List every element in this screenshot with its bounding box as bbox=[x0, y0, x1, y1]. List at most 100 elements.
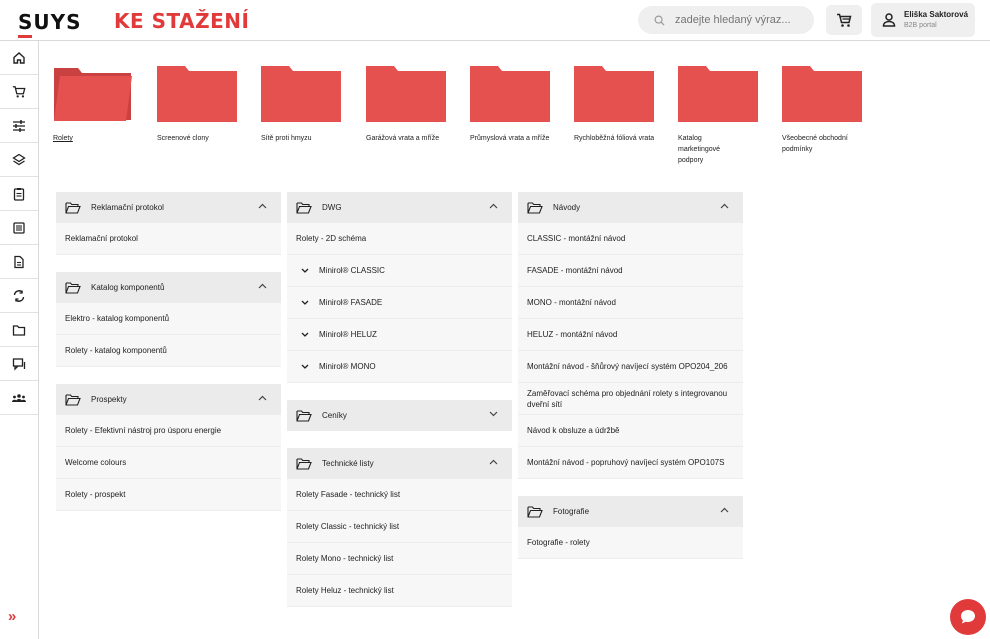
sidebar-item-cart[interactable] bbox=[0, 75, 38, 109]
download-item[interactable]: Rolety - Efektivní nástroj pro úsporu en… bbox=[56, 415, 281, 447]
download-item[interactable]: HELUZ - montážní návod bbox=[518, 319, 743, 351]
download-item[interactable]: Rolety Fasade - technický list bbox=[287, 479, 512, 511]
sidebar-item-products[interactable] bbox=[0, 143, 38, 177]
download-item[interactable]: Rolety - 2D schéma bbox=[287, 223, 512, 255]
download-item[interactable]: Reklamační protokol bbox=[56, 223, 281, 255]
download-item[interactable]: Zaměřovací schéma pro objednání rolety s… bbox=[518, 383, 743, 415]
folder-icon bbox=[261, 66, 341, 122]
folder-rychlobezna-vrata[interactable]: Rychloběžná fóliová vrata bbox=[574, 66, 654, 144]
section-title: Technické listy bbox=[322, 459, 374, 468]
folder-icon bbox=[157, 66, 237, 122]
section-header-prospekty[interactable]: Prospekty bbox=[56, 384, 281, 415]
folder-vseobecne-obchodni-podminky[interactable]: Všeobecné obchodní podmínky bbox=[782, 66, 862, 155]
download-item[interactable]: Návod k obsluze a údržbě bbox=[518, 415, 743, 447]
folder-katalog-marketingove-podpory[interactable]: Katalog marketingové podpory bbox=[678, 66, 758, 166]
sidebar-item-downloads[interactable] bbox=[0, 313, 38, 347]
section-header-dwg[interactable]: DWG bbox=[287, 192, 512, 223]
download-item[interactable]: MONO - montážní návod bbox=[518, 287, 743, 319]
chevron-up-icon[interactable] bbox=[258, 395, 267, 401]
user-role: B2B portal bbox=[904, 22, 937, 29]
subgroup-label: Minirol® HELUZ bbox=[319, 330, 377, 339]
folder-label: Rolety bbox=[53, 135, 73, 142]
subgroup-minirol-heluz[interactable]: Minirol® HELUZ bbox=[287, 319, 512, 351]
sidebar-item-documents[interactable] bbox=[0, 245, 38, 279]
cart-button[interactable] bbox=[826, 5, 862, 35]
folder-site-proti-hmyzu[interactable]: Sítě proti hmyzu bbox=[261, 66, 341, 144]
subgroup-minirol-classic[interactable]: Minirol® CLASSIC bbox=[287, 255, 512, 287]
download-item[interactable]: Rolety Classic - technický list bbox=[287, 511, 512, 543]
folder-prumyslova-vrata[interactable]: Průmyslová vrata a mříže bbox=[470, 66, 550, 144]
logo[interactable]: SUYS bbox=[18, 10, 82, 38]
section-title: Reklamační protokol bbox=[91, 203, 164, 212]
folder-icon bbox=[366, 66, 446, 122]
chevron-up-icon[interactable] bbox=[720, 203, 729, 209]
user-menu-button[interactable]: Eliška Saktorová B2B portal bbox=[871, 3, 975, 37]
subgroup-minirol-mono[interactable]: Minirol® MONO bbox=[287, 351, 512, 383]
section-header-technicke-listy[interactable]: Technické listy bbox=[287, 448, 512, 479]
folder-screenove-clony[interactable]: Screenové clony bbox=[157, 66, 237, 144]
top-header: SUYS KE STAŽENÍ Eliška Saktorová B2B por… bbox=[0, 0, 990, 41]
folder-label: Sítě proti hmyzu bbox=[261, 135, 312, 142]
folder-label: Rychloběžná fóliová vrata bbox=[574, 135, 655, 142]
user-icon bbox=[882, 13, 896, 27]
folder-rolety[interactable]: Rolety bbox=[53, 66, 133, 144]
folder-open-icon bbox=[65, 281, 81, 294]
search-input[interactable] bbox=[675, 14, 805, 26]
download-item[interactable]: Rolety - katalog komponentů bbox=[56, 335, 281, 367]
sidebar-item-users[interactable] bbox=[0, 381, 38, 415]
folder-icon bbox=[12, 324, 26, 336]
sidebar-item-messages[interactable] bbox=[0, 347, 38, 381]
chevron-down-icon bbox=[301, 364, 309, 369]
page-title: KE STAŽENÍ bbox=[114, 9, 250, 33]
download-item[interactable]: Elektro - katalog komponentů bbox=[56, 303, 281, 335]
sidebar-item-list[interactable] bbox=[0, 211, 38, 245]
home-icon bbox=[13, 51, 25, 64]
download-item[interactable]: Welcome colours bbox=[56, 447, 281, 479]
sidebar-expand-button[interactable]: » bbox=[8, 608, 16, 625]
section-header-navody[interactable]: Návody bbox=[518, 192, 743, 223]
downloads-column-1: Reklamační protokol Reklamační protokol … bbox=[56, 192, 281, 511]
clipboard-icon bbox=[13, 187, 25, 201]
chevron-up-icon[interactable] bbox=[489, 459, 498, 465]
section-header-fotografie[interactable]: Fotografie bbox=[518, 496, 743, 527]
chevron-down-icon[interactable] bbox=[489, 411, 498, 417]
search-box[interactable] bbox=[638, 6, 814, 34]
cart-icon bbox=[12, 85, 26, 98]
section-header-ceniky[interactable]: Ceníky bbox=[287, 400, 512, 431]
section-title: Ceníky bbox=[322, 411, 347, 420]
folder-grid: Rolety Screenové clony Sítě proti hmyzu … bbox=[53, 66, 873, 176]
chevron-up-icon[interactable] bbox=[258, 283, 267, 289]
section-title: Prospekty bbox=[91, 395, 127, 404]
chevron-up-icon[interactable] bbox=[489, 203, 498, 209]
folder-label: Všeobecné obchodní podmínky bbox=[782, 135, 848, 153]
layers-icon bbox=[12, 153, 26, 165]
folder-label: Screenové clony bbox=[157, 135, 209, 142]
chevron-down-icon bbox=[301, 300, 309, 305]
download-item[interactable]: CLASSIC - montážní návod bbox=[518, 223, 743, 255]
chevron-up-icon[interactable] bbox=[720, 507, 729, 513]
download-item[interactable]: FASADE - montážní návod bbox=[518, 255, 743, 287]
chat-icon bbox=[12, 357, 26, 371]
chevron-up-icon[interactable] bbox=[258, 203, 267, 209]
download-item[interactable]: Rolety - prospekt bbox=[56, 479, 281, 511]
sidebar-item-home[interactable] bbox=[0, 41, 38, 75]
download-item[interactable]: Rolety Mono - technický list bbox=[287, 543, 512, 575]
section-header-reklamacni-protokol[interactable]: Reklamační protokol bbox=[56, 192, 281, 223]
download-item[interactable]: Montážní návod - šňůrový navíjecí systém… bbox=[518, 351, 743, 383]
folder-open-icon bbox=[65, 201, 81, 214]
section-header-katalog-komponentu[interactable]: Katalog komponentů bbox=[56, 272, 281, 303]
chat-widget-button[interactable] bbox=[950, 599, 986, 635]
folder-garazova-vrata[interactable]: Garážová vrata a mříže bbox=[366, 66, 446, 144]
sidebar-item-configurator[interactable] bbox=[0, 109, 38, 143]
folder-icon bbox=[574, 66, 654, 122]
section-title: Návody bbox=[553, 203, 581, 212]
download-item[interactable]: Fotografie - rolety bbox=[518, 527, 743, 559]
download-item[interactable]: Rolety Heluz - technický list bbox=[287, 575, 512, 607]
sidebar-item-sync[interactable] bbox=[0, 279, 38, 313]
download-item[interactable]: Montážní návod - popruhový navíjecí syst… bbox=[518, 447, 743, 479]
subgroup-minirol-fasade[interactable]: Minirol® FASADE bbox=[287, 287, 512, 319]
folder-open-icon bbox=[296, 201, 312, 214]
chevron-down-icon bbox=[301, 268, 309, 273]
sidebar-item-orders[interactable] bbox=[0, 177, 38, 211]
subgroup-label: Minirol® FASADE bbox=[319, 298, 383, 307]
